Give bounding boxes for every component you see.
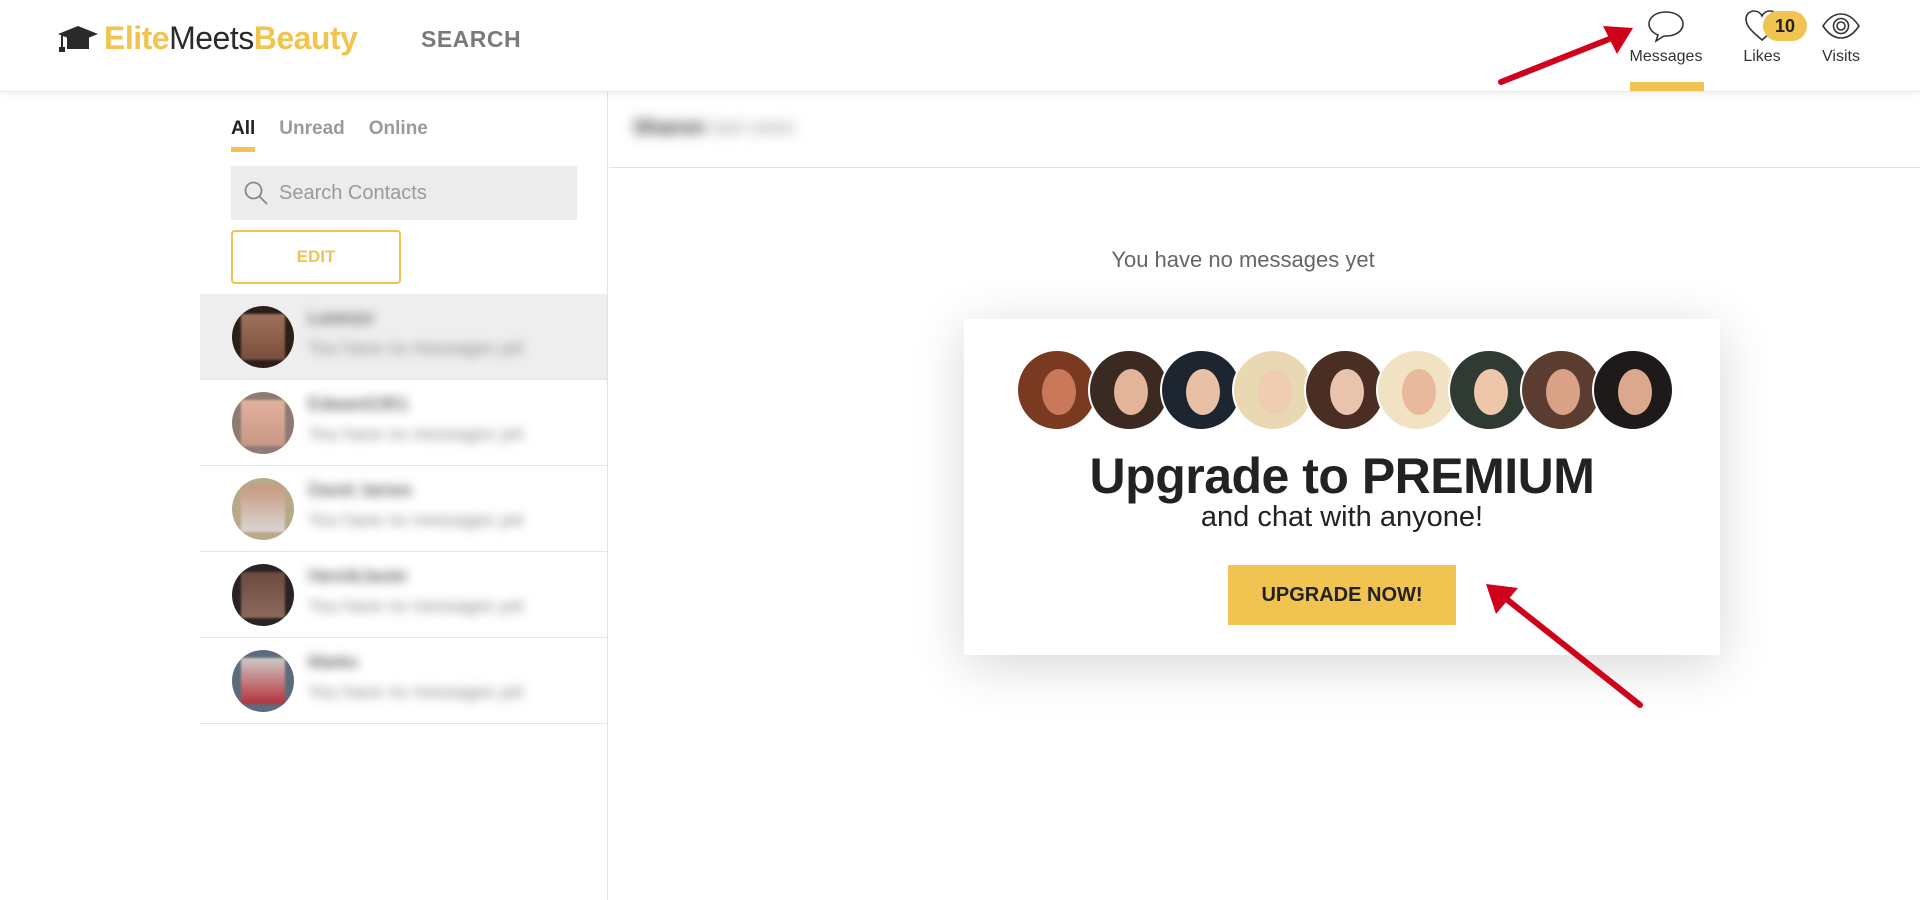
avatar (232, 392, 294, 454)
profile-photo (1376, 349, 1458, 431)
profile-photo (1160, 349, 1242, 431)
profile-photo (1520, 349, 1602, 431)
logo-elite: Elite (104, 20, 170, 56)
contact-preview: You have no messages yet (308, 510, 524, 530)
contact-name: HenrikJavier (308, 566, 409, 586)
messages-active-underline (1630, 82, 1704, 91)
profile-photo (1448, 349, 1530, 431)
premium-promo-card: Upgrade to PREMIUM and chat with anyone!… (964, 319, 1720, 655)
profile-photo-strip (1016, 349, 1674, 431)
profile-photo (1304, 349, 1386, 431)
search-icon (244, 181, 268, 205)
promo-subtitle: and chat with anyone! (1200, 501, 1484, 533)
contact-name: David James (308, 480, 413, 500)
contact-preview: You have no messages yet (308, 682, 524, 702)
search-contacts-input[interactable] (279, 181, 559, 205)
visits-label: Visits (1822, 48, 1860, 65)
profile-photo (1592, 349, 1674, 431)
avatar (232, 306, 294, 368)
contact-preview: You have no messages yet (308, 424, 524, 444)
top-header: Elite Meets Beauty SEARCH Messages 10 Like… (0, 0, 1920, 92)
contact-item[interactable]: David James You have no messages yet (200, 466, 607, 552)
messages-nav-item[interactable]: Messages (1626, 8, 1706, 91)
contact-name: Lorenzo (308, 308, 374, 328)
contact-list: Lorenzo You have no messages yet Edward1… (200, 294, 607, 724)
contact-item[interactable]: Marko You have no messages yet (200, 638, 607, 724)
speech-bubble-icon (1648, 11, 1684, 43)
messages-label: Messages (1629, 48, 1703, 65)
contact-preview: You have no messages yet (308, 596, 524, 616)
logo-meets: Meets (169, 20, 254, 56)
contact-preview: You have no messages yet (308, 338, 524, 358)
conversation-header: Sharon last seen (609, 92, 1920, 168)
empty-state-text: You have no messages yet (1111, 247, 1375, 272)
profile-photo (1016, 349, 1098, 431)
contact-name: Edward1951 (308, 394, 410, 414)
likes-count-badge: 10 (1763, 11, 1807, 41)
avatar (232, 564, 294, 626)
graduation-cap-icon (58, 25, 98, 52)
edit-button[interactable]: EDIT (231, 230, 401, 284)
site-logo[interactable]: Elite Meets Beauty (56, 20, 358, 57)
conversation-title: Sharon last seen (633, 116, 795, 140)
avatar (232, 478, 294, 540)
nav-search-link[interactable]: SEARCH (421, 26, 521, 53)
promo-title: Upgrade to PREMIUM (1089, 448, 1595, 504)
conversation-panel: Sharon last seen You have no messages yet… (609, 92, 1920, 900)
contact-item[interactable]: Lorenzo You have no messages yet (200, 294, 607, 380)
tab-unread[interactable]: Unread (279, 118, 344, 152)
profile-photo (1088, 349, 1170, 431)
contact-item[interactable]: HenrikJavier You have no messages yet (200, 552, 607, 638)
eye-icon (1822, 13, 1860, 39)
logo-beauty: Beauty (253, 20, 358, 56)
likes-label: Likes (1743, 48, 1781, 65)
contact-search-box[interactable] (231, 166, 577, 220)
contact-item[interactable]: Edward1951 You have no messages yet (200, 380, 607, 466)
profile-photo (1232, 349, 1314, 431)
contact-filter-tabs: All Unread Online (231, 118, 452, 152)
conversation-name: Sharon (633, 116, 706, 139)
contact-name: Marko (308, 652, 359, 672)
tab-online[interactable]: Online (369, 118, 428, 152)
avatar (232, 650, 294, 712)
contacts-sidebar: All Unread Online EDIT Lorenzo You have … (200, 92, 608, 900)
visits-nav-item[interactable]: Visits (1817, 8, 1865, 66)
upgrade-now-button[interactable]: UPGRADE NOW! (1228, 565, 1456, 625)
tab-all[interactable]: All (231, 118, 256, 152)
conversation-status: last seen (711, 116, 796, 139)
likes-nav-item[interactable]: 10 Likes (1738, 8, 1807, 66)
